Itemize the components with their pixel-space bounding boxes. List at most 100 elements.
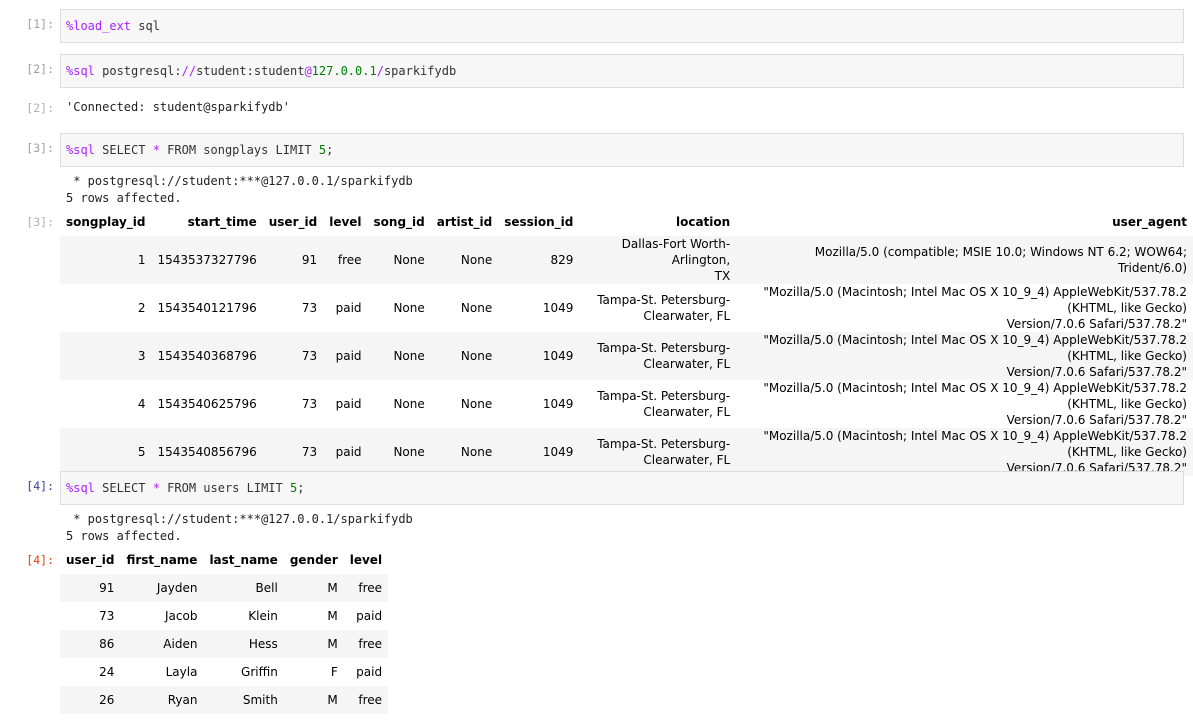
code-token: sql: [131, 19, 160, 33]
code-token: %sql: [66, 143, 95, 157]
table-cell: Jacob: [164, 609, 198, 623]
table-cell: None: [367, 332, 431, 380]
code-token: /: [376, 64, 384, 78]
table-cell: Klein: [248, 609, 278, 623]
column-header: level: [329, 215, 362, 229]
table-cell: free: [323, 236, 368, 284]
table-cell: paid: [335, 301, 362, 315]
query-status-output-4: * postgresql://student:***@127.0.0.1/spa…: [66, 512, 413, 543]
table-cell: 73: [301, 397, 318, 411]
input-prompt-4: [4]:: [26, 479, 54, 493]
table-cell: 86: [60, 630, 121, 658]
code-cell-4[interactable]: %sql SELECT * FROM users LIMIT 5;: [60, 471, 1184, 505]
table-cell: free: [343, 630, 389, 658]
table-cell: Tampa-St. Petersburg- Clearwater, FL: [579, 332, 737, 380]
table-cell: 73: [262, 428, 324, 476]
column-header: gender: [289, 553, 338, 567]
table-cell: 1049: [542, 301, 574, 315]
code-token: %load_ext: [66, 19, 132, 33]
connection-output: 'Connected: student@sparkifydb': [66, 100, 290, 114]
table-header-row: songplay_id start_time user_id level song_id…: [60, 208, 1193, 236]
table-cell: None: [430, 236, 499, 284]
code-token: @: [304, 64, 312, 78]
table-cell: None: [430, 332, 499, 380]
code-token: *: [152, 481, 160, 495]
table-cell: F: [330, 665, 338, 679]
code-token: ;: [297, 481, 305, 495]
table-cell: Tampa-St. Petersburg- Clearwater, FL: [579, 428, 737, 476]
table-cell: M: [283, 686, 344, 714]
table-cell: 1: [60, 236, 152, 284]
table-cell: M: [327, 609, 338, 623]
table-row: 3 1543540368796 73 paid None None 1049 Tampa-St…: [60, 332, 1193, 380]
code-token: 127.0.0.1: [311, 64, 377, 78]
table-cell: 2: [137, 301, 146, 315]
table-cell: M: [283, 574, 344, 602]
table-cell: paid: [323, 428, 368, 476]
code-cell-1[interactable]: %load_ext sql: [60, 9, 1184, 43]
table-cell: 829: [498, 236, 580, 284]
table-cell: None: [460, 397, 493, 411]
code-cell-3[interactable]: %sql SELECT * FROM songplays LIMIT 5;: [60, 133, 1184, 167]
table-cell: paid: [356, 665, 383, 679]
users-table: user_id first_name last_name gender level 91 J…: [60, 546, 389, 714]
table-cell: "Mozilla/5.0 (Macintosh; Intel Mac OS X …: [736, 332, 1193, 380]
code-token: %sql: [66, 64, 95, 78]
table-row: 5 1543540856796 73 paid None None 1049 Tampa-St…: [60, 428, 1193, 476]
table-cell: 73: [301, 301, 318, 315]
table-row: 24 Layla Griffin Fpaid: [60, 658, 388, 686]
table-cell: 24: [99, 665, 115, 679]
table-cell: 1543540368796: [151, 332, 263, 380]
code-token: %sql: [66, 481, 95, 495]
table-cell: None: [393, 301, 425, 315]
table-cell: 1049: [542, 397, 574, 411]
table-cell: Aiden: [120, 630, 204, 658]
code-token: *: [152, 143, 160, 157]
table-row: 86 Aiden Hess Mfree: [60, 630, 389, 658]
table-cell: Dallas-Fort Worth-Arlington, TX: [579, 236, 737, 284]
query-status-output-3: * postgresql://student:***@127.0.0.1/spa…: [66, 174, 413, 205]
table-row: 4 1543540625796 73 paid None None 1049 Tampa-St…: [60, 380, 1193, 428]
table-cell: Ryan: [120, 686, 204, 714]
column-header: user_id: [268, 215, 318, 229]
code-token: FROM users LIMIT: [159, 481, 290, 495]
table-cell: free: [343, 686, 389, 714]
column-header: location: [675, 215, 731, 229]
table-cell: free: [343, 574, 389, 602]
input-prompt-3: [3]:: [26, 141, 54, 155]
table-cell: 91: [262, 236, 324, 284]
table-cell: 1543540121796: [157, 301, 257, 315]
table-cell: paid: [335, 397, 362, 411]
table-row: 1 1543537327796 91 free None None 829 Dallas-Fo…: [60, 236, 1193, 284]
output-prompt-2: [2]:: [26, 101, 54, 115]
table-cell: paid: [356, 609, 383, 623]
code-cell-2[interactable]: %sql postgresql://student:student@127.0.…: [60, 54, 1184, 88]
table-cell: None: [430, 428, 499, 476]
column-header: start_time: [187, 215, 257, 229]
table-cell: "Mozilla/5.0 (Macintosh; Intel Mac OS X …: [763, 285, 1187, 331]
column-header: artist_id: [436, 215, 493, 229]
column-header: first_name: [126, 553, 198, 567]
table-cell: Layla: [165, 665, 198, 679]
table-cell: Hess: [203, 630, 284, 658]
column-header: user_id: [66, 553, 115, 567]
code-token: postgresql:: [94, 64, 182, 78]
table-cell: 3: [60, 332, 152, 380]
table-cell: None: [460, 301, 493, 315]
table-cell: 73: [99, 609, 115, 623]
table-cell: 1543540856796: [151, 428, 263, 476]
table-cell: None: [393, 397, 425, 411]
table-cell: 91: [60, 574, 121, 602]
table-cell: 1543540625796: [157, 397, 257, 411]
code-token: sparkifydb: [383, 64, 457, 78]
column-header: last_name: [209, 553, 278, 567]
table-row: 73 Jacob Klein Mpaid: [60, 602, 388, 630]
table-cell: None: [367, 428, 431, 476]
table-cell: "Mozilla/5.0 (Macintosh; Intel Mac OS X …: [763, 381, 1187, 427]
table-cell: Bell: [203, 574, 284, 602]
table-cell: 1049: [498, 332, 580, 380]
table-cell: 4: [137, 397, 146, 411]
table-cell: Tampa-St. Petersburg- Clearwater, FL: [597, 293, 731, 323]
table-row: 2 1543540121796 73 paid None None 1049 Tampa-St…: [60, 284, 1193, 332]
songplays-table: songplay_id start_time user_id level song_id…: [60, 208, 1193, 476]
